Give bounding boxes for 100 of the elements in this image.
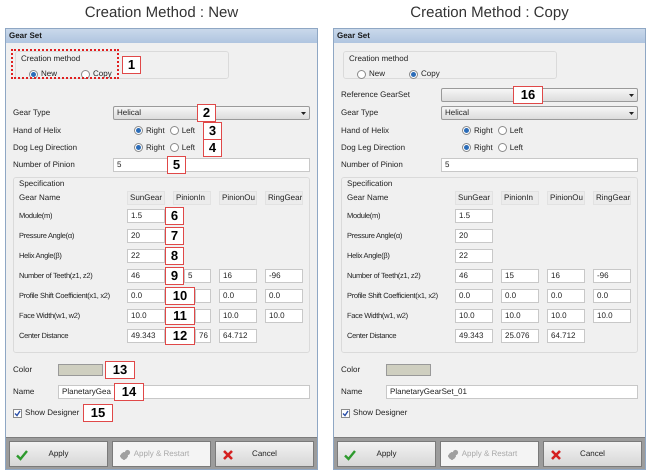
- input-field[interactable]: 5: [184, 269, 211, 283]
- input-field[interactable]: 20: [127, 229, 165, 243]
- close-icon: [222, 448, 234, 460]
- callout-number: 2: [197, 104, 216, 122]
- checkmark-icon: [14, 410, 21, 416]
- group-title: Creation method: [349, 53, 408, 65]
- input-field[interactable]: 5: [441, 158, 638, 172]
- input-field[interactable]: 25.076: [501, 329, 539, 343]
- field-label: Gear Name: [347, 192, 390, 204]
- checkmark-icon: [342, 410, 349, 416]
- input-field[interactable]: 0.0: [455, 289, 493, 303]
- field-label: Gear Type: [13, 107, 52, 119]
- input-field[interactable]: 49.343: [127, 329, 165, 343]
- radio-button[interactable]: Left: [498, 142, 524, 154]
- input-field[interactable]: -96: [593, 269, 631, 283]
- radio-button[interactable]: Left: [170, 124, 196, 136]
- column-header: SunGear: [127, 190, 165, 204]
- callout-number: 9: [165, 267, 184, 285]
- input-field[interactable]: 64.712: [219, 329, 257, 343]
- input-field[interactable]: 10.0: [593, 309, 631, 323]
- input-field[interactable]: 10.0: [547, 309, 585, 323]
- gear-icon: [447, 448, 459, 460]
- color-swatch[interactable]: [386, 364, 431, 376]
- column-header: PinionOu: [219, 190, 257, 204]
- dialog-button[interactable]: Apply: [337, 440, 436, 466]
- callout-number: 3: [203, 122, 222, 140]
- input-field[interactable]: 10.0: [127, 309, 165, 323]
- dialog-button[interactable]: Apply: [9, 440, 108, 466]
- input-field[interactable]: 16: [219, 269, 257, 283]
- column-header: PinionIn: [173, 190, 211, 204]
- checkbox[interactable]: Show Designer: [13, 407, 80, 419]
- input-field[interactable]: 1.5: [127, 209, 165, 223]
- input-field[interactable]: 64.712: [547, 329, 585, 343]
- callout-number: 11: [165, 307, 195, 325]
- input-field[interactable]: 10.0: [219, 309, 257, 323]
- input-field[interactable]: 0.0: [127, 289, 165, 303]
- input-field[interactable]: [195, 289, 211, 303]
- input-field[interactable]: 22: [127, 249, 165, 263]
- callout-number: 7: [165, 227, 184, 245]
- input-field[interactable]: 15: [501, 269, 539, 283]
- input-field[interactable]: PlanetaryGearSet_01: [386, 385, 638, 399]
- column-header: RingGear: [265, 190, 303, 204]
- callout-number: 5: [167, 156, 186, 174]
- radio-button[interactable]: Left: [170, 142, 196, 154]
- dialog-button[interactable]: Cancel: [543, 440, 642, 466]
- column-header: PinionIn: [501, 190, 539, 204]
- input-field[interactable]: 0.0: [501, 289, 539, 303]
- callout-number: 6: [165, 207, 184, 225]
- input-field[interactable]: 16: [547, 269, 585, 283]
- field-label: Hand of Helix: [341, 124, 390, 136]
- input-field[interactable]: 49.343: [455, 329, 493, 343]
- radio-button[interactable]: Right: [462, 124, 493, 136]
- color-swatch[interactable]: [58, 364, 103, 376]
- radio-button[interactable]: Copy: [409, 68, 440, 80]
- radio-button[interactable]: Left: [498, 124, 524, 136]
- group-title: Specification: [19, 178, 66, 189]
- close-icon: [550, 448, 562, 460]
- input-field[interactable]: 0.0: [593, 289, 631, 303]
- field-label: Gear Name: [19, 192, 62, 204]
- checkbox[interactable]: Show Designer: [341, 407, 408, 419]
- field-label: Color: [341, 364, 362, 376]
- caret-icon: [629, 94, 634, 96]
- input-field[interactable]: 46: [455, 269, 493, 283]
- radio-button[interactable]: Right: [462, 142, 493, 154]
- callout-number: 15: [83, 404, 113, 422]
- input-field[interactable]: 22: [455, 249, 493, 263]
- input-field[interactable]: 46: [127, 269, 165, 283]
- input-field[interactable]: 10.0: [265, 309, 303, 323]
- input-field[interactable]: [195, 309, 211, 323]
- field-label: Name: [13, 386, 36, 398]
- check-icon: [16, 448, 28, 460]
- input-field[interactable]: 76: [195, 329, 211, 343]
- field-label: Number of Pinion: [13, 158, 76, 170]
- window-title: Gear Set: [337, 30, 370, 42]
- group-title: Creation method: [21, 53, 80, 65]
- field-label: Dog Leg Direction: [13, 142, 78, 154]
- figure-caption: Creation Method : Copy: [410, 3, 569, 23]
- radio-button[interactable]: Right: [134, 142, 165, 154]
- group-title: Specification: [347, 178, 394, 189]
- radio-button[interactable]: New: [357, 68, 386, 80]
- dialog-button[interactable]: Cancel: [215, 440, 314, 466]
- field-label: Color: [13, 364, 34, 376]
- input-field[interactable]: 0.0: [219, 289, 257, 303]
- dropdown[interactable]: Helical: [441, 106, 638, 120]
- field-label: Gear Type: [341, 107, 380, 119]
- check-icon: [344, 448, 356, 460]
- column-header: SunGear: [455, 190, 493, 204]
- input-field[interactable]: -96: [265, 269, 303, 283]
- input-field[interactable]: 1.5: [455, 209, 493, 223]
- radio-button[interactable]: Right: [134, 124, 165, 136]
- callout-number: 12: [165, 327, 195, 345]
- callout-number: 1: [122, 56, 141, 74]
- window-title: Gear Set: [9, 30, 42, 42]
- input-field[interactable]: 10.0: [455, 309, 493, 323]
- input-field[interactable]: 0.0: [265, 289, 303, 303]
- input-field[interactable]: 0.0: [547, 289, 585, 303]
- input-field[interactable]: 20: [455, 229, 493, 243]
- callout-number: 13: [105, 361, 135, 379]
- callout-number: 8: [165, 247, 184, 265]
- input-field[interactable]: 10.0: [501, 309, 539, 323]
